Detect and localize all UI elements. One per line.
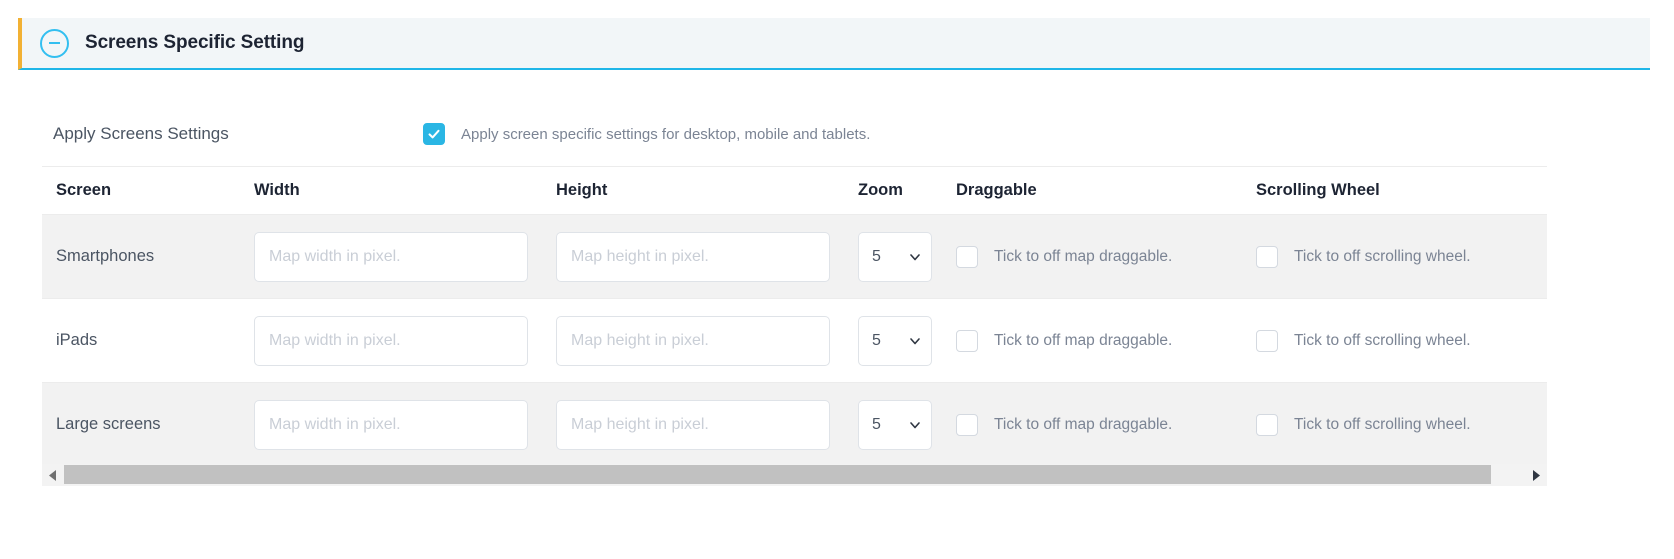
check-icon	[428, 129, 440, 139]
draggable-checkbox[interactable]	[956, 245, 978, 268]
chevron-down-icon	[910, 253, 920, 260]
panel-header[interactable]: Screens Specific Setting	[18, 18, 1650, 70]
width-input[interactable]	[254, 399, 528, 450]
chevron-down-icon	[910, 421, 920, 428]
draggable-control[interactable]: Tick to off map draggable.	[956, 245, 1242, 268]
circle-minus-icon[interactable]	[40, 28, 69, 58]
row-screen-label: iPads	[42, 298, 240, 383]
apply-screens-settings-row: Apply Screens Settings Apply screen spec…	[53, 118, 1553, 150]
apply-screens-settings-description: Apply screen specific settings for deskt…	[461, 125, 871, 143]
draggable-label: Tick to off map draggable.	[994, 331, 1173, 349]
scrolling-wheel-control[interactable]: Tick to off scrolling wheel.	[1256, 329, 1547, 352]
column-header-draggable: Draggable	[942, 166, 1242, 215]
horizontal-scrollbar[interactable]	[42, 464, 1547, 486]
scrolling-wheel-control[interactable]: Tick to off scrolling wheel.	[1256, 245, 1547, 268]
table-row: iPads 5	[42, 298, 1547, 383]
scrolling-wheel-checkbox[interactable]	[1256, 329, 1278, 352]
column-header-screen: Screen	[42, 166, 240, 215]
draggable-checkbox[interactable]	[956, 413, 978, 436]
apply-screens-settings-control[interactable]: Apply screen specific settings for deskt…	[423, 123, 870, 145]
height-input[interactable]	[556, 231, 830, 282]
apply-screens-settings-label: Apply Screens Settings	[53, 124, 229, 143]
column-header-scrolling-wheel: Scrolling Wheel	[1242, 166, 1547, 215]
draggable-control[interactable]: Tick to off map draggable.	[956, 413, 1242, 436]
height-input[interactable]	[556, 315, 830, 366]
minus-bar	[49, 42, 60, 44]
draggable-label: Tick to off map draggable.	[994, 247, 1173, 265]
draggable-label: Tick to off map draggable.	[994, 415, 1173, 433]
table-row: Smartphones 5	[42, 214, 1547, 299]
triangle-right-icon[interactable]	[1525, 464, 1547, 486]
screens-specific-setting-page: Screens Specific Setting Apply Screens S…	[0, 0, 1674, 559]
row-screen-label: Large screens	[42, 382, 240, 467]
scrolling-wheel-control[interactable]: Tick to off scrolling wheel.	[1256, 413, 1547, 436]
zoom-selected-value: 5	[872, 331, 881, 349]
width-input[interactable]	[254, 315, 528, 366]
column-header-width: Width	[240, 166, 542, 215]
screens-settings-table: Screen Width Height Zoom Draggable Scrol…	[42, 166, 1547, 467]
scrolling-wheel-label: Tick to off scrolling wheel.	[1294, 415, 1471, 433]
screens-settings-table-wrapper: Screen Width Height Zoom Draggable Scrol…	[42, 166, 1547, 467]
page-title: Screens Specific Setting	[85, 32, 305, 53]
table-row: Large screens 5	[42, 382, 1547, 467]
apply-screens-settings-checkbox[interactable]	[423, 123, 445, 145]
draggable-control[interactable]: Tick to off map draggable.	[956, 329, 1242, 352]
row-screen-label: Smartphones	[42, 214, 240, 299]
zoom-selected-value: 5	[872, 247, 881, 265]
zoom-selected-value: 5	[872, 415, 881, 433]
zoom-select[interactable]: 5	[858, 399, 932, 450]
chevron-down-icon	[910, 337, 920, 344]
height-input[interactable]	[556, 399, 830, 450]
column-header-zoom: Zoom	[844, 166, 942, 215]
table-header-row: Screen Width Height Zoom Draggable Scrol…	[42, 166, 1547, 215]
zoom-select[interactable]: 5	[858, 231, 932, 282]
scrolling-wheel-label: Tick to off scrolling wheel.	[1294, 247, 1471, 265]
column-header-height: Height	[542, 166, 844, 215]
zoom-select[interactable]: 5	[858, 315, 932, 366]
draggable-checkbox[interactable]	[956, 329, 978, 352]
scrolling-wheel-checkbox[interactable]	[1256, 413, 1278, 436]
scrolling-wheel-label: Tick to off scrolling wheel.	[1294, 331, 1471, 349]
scrollbar-thumb[interactable]	[64, 465, 1491, 484]
triangle-left-icon[interactable]	[42, 464, 64, 486]
scrolling-wheel-checkbox[interactable]	[1256, 245, 1278, 268]
width-input[interactable]	[254, 231, 528, 282]
scrollbar-track[interactable]	[64, 464, 1525, 486]
